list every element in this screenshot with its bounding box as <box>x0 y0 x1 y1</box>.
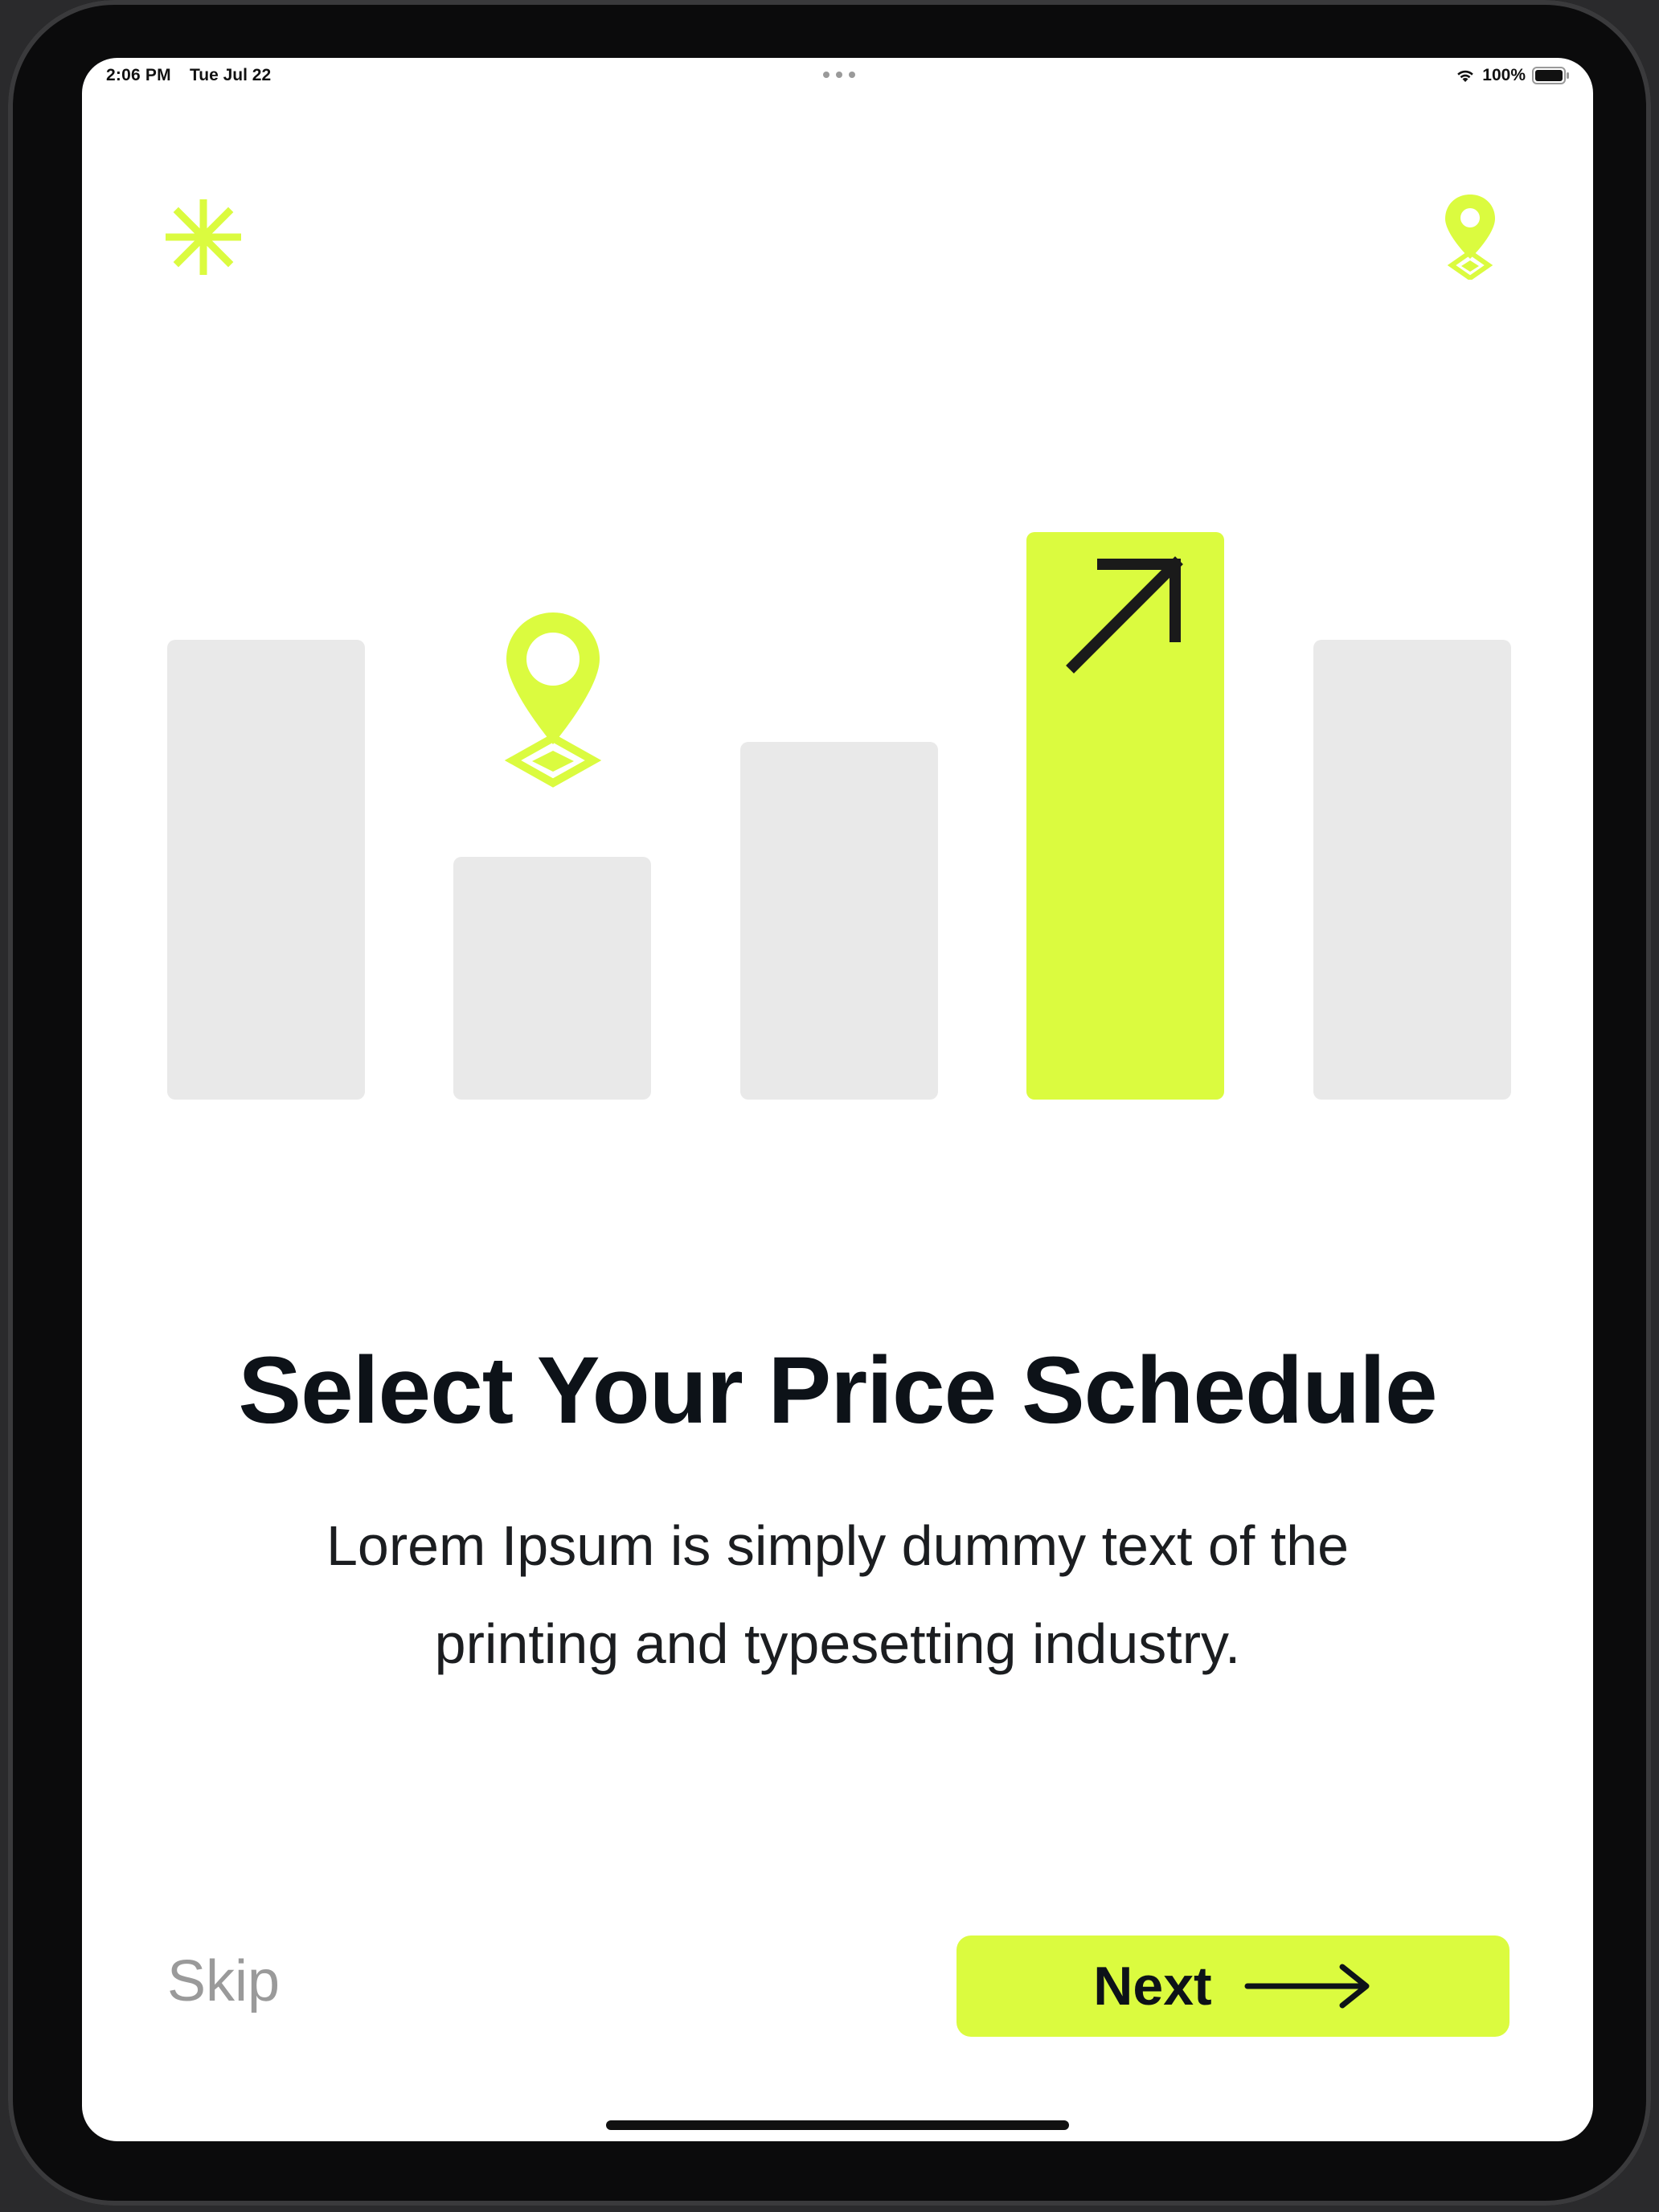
location-pin-icon <box>504 612 602 788</box>
bar-5 <box>1313 640 1511 1100</box>
bar-1 <box>167 640 365 1100</box>
app-screen: 2:06 PM Tue Jul 22 100% Select Your Pric… <box>82 58 1593 2141</box>
bar-2 <box>453 857 651 1100</box>
tablet-frame: 2:06 PM Tue Jul 22 100% Select Your Pric… <box>8 0 1651 2206</box>
home-indicator[interactable] <box>606 2120 1069 2130</box>
page-title: Select Your Price Schedule <box>238 1337 1437 1444</box>
illustration <box>82 58 1593 2141</box>
bar-3 <box>740 742 938 1100</box>
next-button-label: Next <box>1093 1956 1212 2017</box>
arrow-up-right-icon <box>1066 556 1183 674</box>
arrow-right-icon <box>1244 1964 1370 2009</box>
next-button[interactable]: Next <box>956 1936 1509 2037</box>
page-subtitle: Lorem Ipsum is simply dummy text of the … <box>326 1514 1350 1675</box>
skip-button[interactable]: Skip <box>167 1948 280 2014</box>
